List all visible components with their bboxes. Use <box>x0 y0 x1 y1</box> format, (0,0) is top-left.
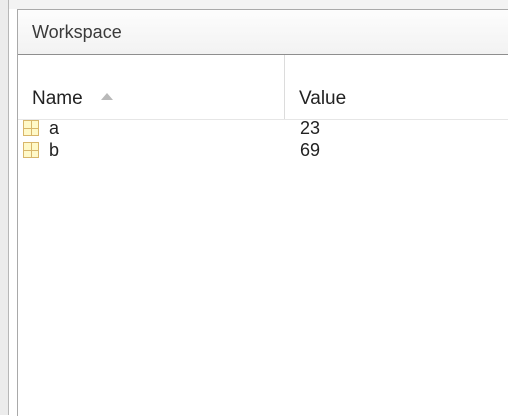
table-header: Name Value <box>18 55 508 120</box>
table-row[interactable]: a 23 <box>18 117 508 139</box>
panel-title: Workspace <box>32 22 122 42</box>
variable-matrix-icon <box>23 120 39 136</box>
sort-ascending-icon <box>101 93 113 100</box>
column-header-name-label: Name <box>32 88 83 109</box>
table-row[interactable]: b 69 <box>18 139 508 161</box>
column-header-value[interactable]: Value <box>285 55 508 119</box>
variable-value: 69 <box>300 140 321 160</box>
workspace-panel: Workspace Name Value a 23 b 69 <box>17 9 508 416</box>
workspace-window: Workspace Name Value a 23 b 69 <box>0 0 508 416</box>
top-edge <box>0 0 508 9</box>
variable-name: a <box>49 118 60 138</box>
panel-titlebar[interactable]: Workspace <box>18 10 508 55</box>
variable-matrix-icon <box>23 142 39 158</box>
variable-value: 23 <box>300 118 321 138</box>
left-splitter[interactable] <box>0 0 9 415</box>
column-header-name[interactable]: Name <box>18 55 285 119</box>
column-header-value-label: Value <box>299 88 347 109</box>
variable-name: b <box>49 140 60 160</box>
